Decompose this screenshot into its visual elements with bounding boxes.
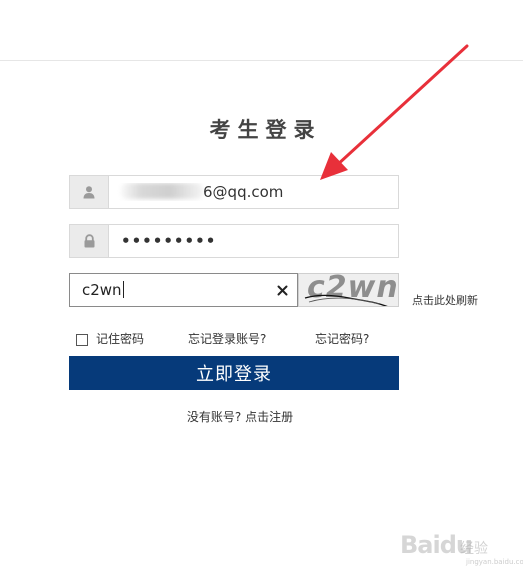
- watermark-logo: Baidu 经验 jingyan.baidu.com: [398, 530, 523, 570]
- text-caret: [122, 281, 124, 298]
- captcha-noise: [304, 294, 388, 306]
- checkbox[interactable]: [76, 333, 88, 346]
- forgot-account-link[interactable]: 忘记登录账号?: [188, 330, 266, 347]
- captcha-input-value[interactable]: c2wn: [70, 281, 267, 299]
- password-field[interactable]: •••••••••: [69, 224, 399, 258]
- remember-password-checkbox[interactable]: 记住密码: [76, 330, 144, 347]
- lock-icon: [70, 225, 109, 257]
- captcha-input-text: c2wn: [82, 281, 122, 299]
- email-visible-text: 6@qq.com: [203, 183, 284, 201]
- register-link[interactable]: 没有账号? 点击注册: [0, 408, 480, 425]
- refresh-captcha-link[interactable]: 点击此处刷新: [412, 292, 478, 308]
- watermark-sub: 经验: [460, 541, 488, 557]
- forgot-password-link[interactable]: 忘记密码?: [315, 330, 369, 347]
- close-icon: [277, 285, 287, 295]
- email-field[interactable]: 6@qq.com: [69, 175, 399, 209]
- password-value[interactable]: •••••••••: [109, 232, 398, 250]
- email-value[interactable]: 6@qq.com: [109, 183, 398, 201]
- login-button[interactable]: 立即登录: [69, 356, 399, 390]
- options-row: 记住密码 忘记登录账号? 忘记密码?: [76, 330, 406, 348]
- captcha-image[interactable]: c2wn: [298, 273, 399, 307]
- watermark-url: jingyan.baidu.com: [466, 558, 523, 566]
- captcha-input[interactable]: c2wn: [69, 273, 298, 307]
- user-icon: [70, 176, 109, 208]
- remember-password-label: 记住密码: [96, 332, 145, 346]
- clear-button[interactable]: [267, 274, 297, 306]
- redacted-mask: [121, 183, 203, 199]
- top-divider: [0, 60, 523, 61]
- page-title: 考生登录: [209, 118, 322, 142]
